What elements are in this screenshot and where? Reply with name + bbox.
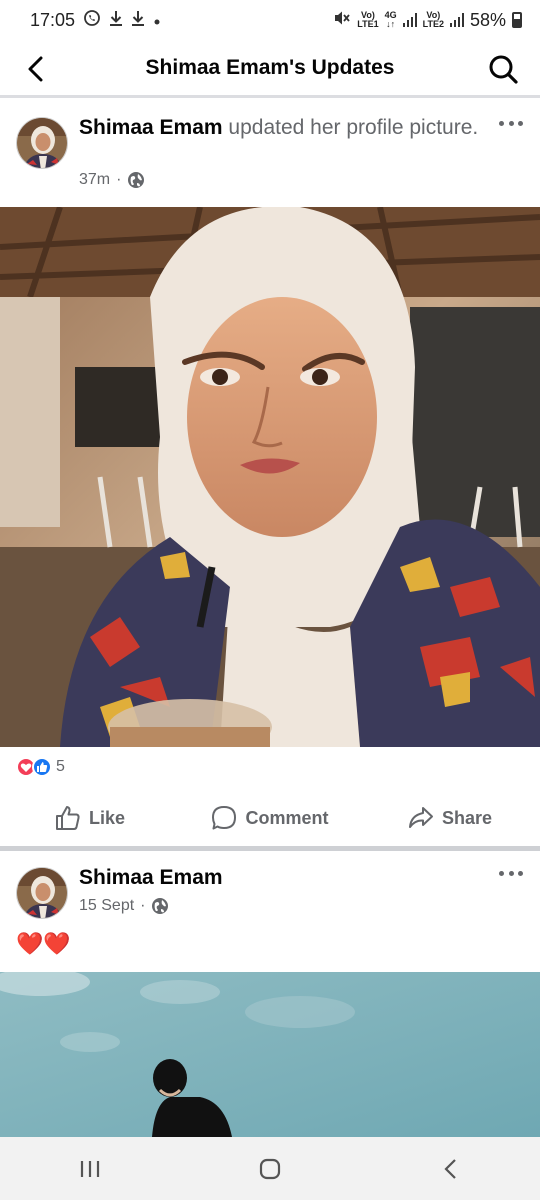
- avatar[interactable]: [16, 867, 68, 919]
- reactions-summary[interactable]: 5: [16, 757, 65, 777]
- post-actions: Like Comment Share: [0, 793, 540, 843]
- status-bar: 17:05 Vo) LTE1 4G ↓↑ Vo) LTE2 58%: [0, 0, 540, 40]
- signal-icon: [402, 13, 417, 27]
- share-button[interactable]: Share: [360, 805, 540, 831]
- chevron-left-icon: [28, 56, 43, 82]
- system-back-button[interactable]: [420, 1149, 480, 1189]
- download-icon: [131, 10, 145, 31]
- post-caption: ❤️❤️: [16, 931, 71, 956]
- post-photo[interactable]: [0, 207, 540, 747]
- search-icon: [489, 55, 518, 84]
- share-icon: [408, 807, 433, 828]
- battery-percent: 58%: [469, 9, 506, 30]
- home-button[interactable]: [240, 1149, 300, 1189]
- globe-icon: [128, 172, 145, 188]
- post-author-line: Shimaa Emam: [79, 864, 479, 892]
- sim2-label: Vo) LTE2: [422, 10, 444, 29]
- post-author-line: Shimaa Emam updated her profile picture.: [79, 114, 479, 142]
- like-label: Like: [88, 807, 126, 828]
- post-photo[interactable]: [0, 972, 540, 1137]
- post-action-text: updated her profile picture.: [222, 116, 479, 139]
- post-card: Shimaa Emam updated her profile picture.…: [0, 101, 540, 846]
- post-author[interactable]: Shimaa Emam: [79, 866, 223, 889]
- recents-button[interactable]: [60, 1149, 120, 1189]
- like-button[interactable]: Like: [0, 805, 180, 831]
- post-header: Shimaa Emam 15 Sept ·: [0, 851, 540, 931]
- download-icon: [109, 10, 123, 31]
- page-title: Shimaa Emam's Updates: [145, 55, 395, 79]
- meta-separator: ·: [140, 897, 146, 914]
- post-header: Shimaa Emam updated her profile picture.…: [0, 101, 540, 201]
- network-label: 4G ↓↑: [384, 10, 397, 29]
- comment-button[interactable]: Comment: [180, 805, 360, 831]
- comment-icon: [212, 806, 237, 830]
- avatar[interactable]: [16, 117, 68, 169]
- globe-icon: [152, 898, 169, 914]
- home-icon: [259, 1158, 281, 1179]
- post-card: Shimaa Emam 15 Sept · ❤️❤️: [0, 851, 540, 1137]
- back-icon: [444, 1158, 456, 1179]
- mute-icon: [333, 10, 351, 31]
- whatsapp-icon: [83, 9, 101, 32]
- share-label: Share: [441, 807, 493, 828]
- recents-icon: [80, 1160, 100, 1177]
- post-author[interactable]: Shimaa Emam: [79, 116, 223, 139]
- app-header: Shimaa Emam's Updates: [0, 40, 540, 98]
- post-meta: 15 Sept ·: [79, 897, 169, 915]
- post-time[interactable]: 37m: [79, 171, 110, 189]
- like-reaction-icon: [32, 757, 52, 777]
- status-time: 17:05: [30, 9, 76, 30]
- dot-icon: [153, 10, 161, 31]
- search-button[interactable]: [486, 52, 520, 86]
- meta-separator: ·: [116, 171, 122, 188]
- battery-icon: [512, 12, 522, 28]
- post-time[interactable]: 15 Sept: [79, 897, 134, 915]
- more-options-button[interactable]: [496, 863, 526, 883]
- more-options-button[interactable]: [496, 113, 526, 133]
- system-nav-bar: [0, 1137, 540, 1200]
- signal-icon: [449, 13, 464, 27]
- reaction-count: 5: [56, 758, 65, 775]
- sim1-label: Vo) LTE1: [357, 10, 379, 29]
- post-meta: 37m ·: [79, 171, 145, 189]
- back-button[interactable]: [20, 54, 50, 84]
- thumbs-up-icon: [55, 806, 80, 830]
- comment-label: Comment: [245, 807, 329, 828]
